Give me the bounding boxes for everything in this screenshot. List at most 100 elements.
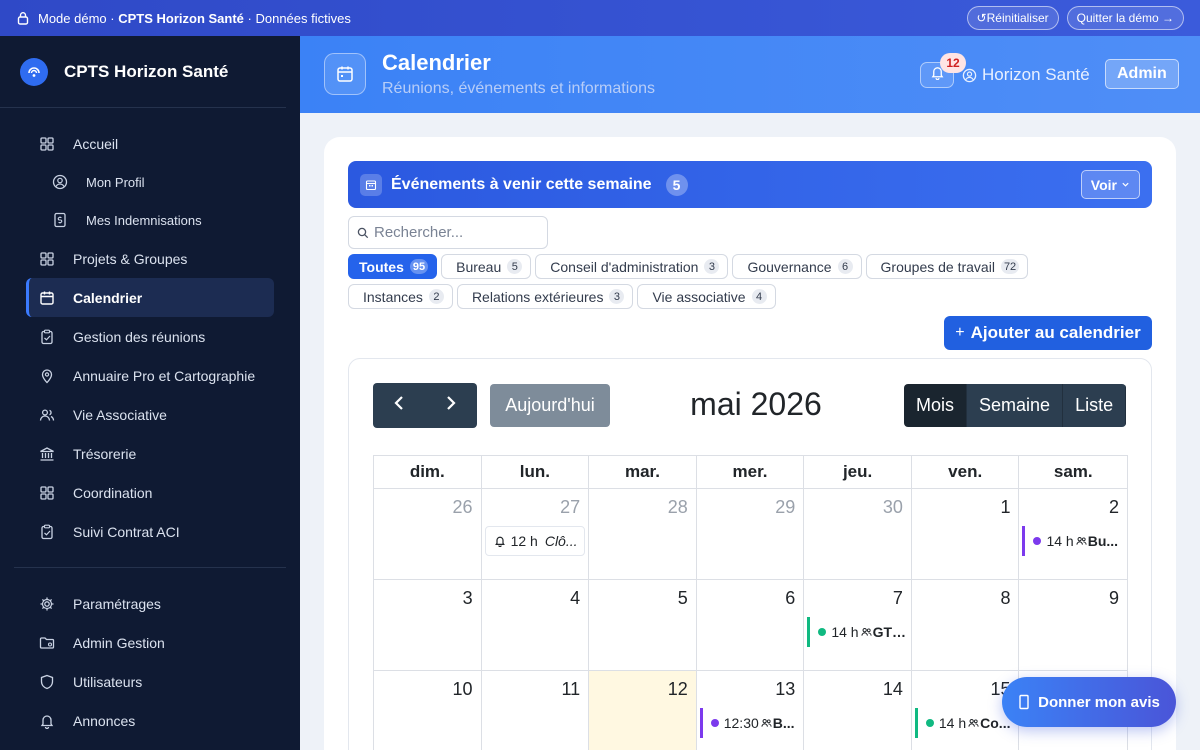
view-mois-button[interactable]: Mois: [904, 384, 968, 427]
day-number[interactable]: 10: [453, 679, 473, 700]
filter-chip-instances[interactable]: Instances 2: [348, 284, 453, 309]
day-cell-today[interactable]: 12: [589, 671, 697, 750]
sidebar-item-gestion-des-reunions[interactable]: Gestion des réunions: [26, 317, 274, 356]
sidebar-item-mes-indemnisations[interactable]: Mes Indemnisations: [26, 201, 274, 239]
filter-chip-bureau[interactable]: Bureau 5: [441, 254, 532, 279]
filter-chip-vie-associative[interactable]: Vie associative 4: [637, 284, 776, 309]
day-number[interactable]: 30: [883, 497, 903, 518]
calendar-event[interactable]: 14 h GT ...: [807, 617, 907, 647]
sidebar-item-suivi-contrat-aci[interactable]: Suivi Contrat ACI: [26, 512, 274, 551]
day-number[interactable]: 9: [1109, 588, 1119, 609]
view-semaine-button[interactable]: Semaine: [967, 384, 1064, 427]
day-cell[interactable]: 11: [482, 671, 590, 750]
filter-chip-label: Bureau: [456, 258, 502, 275]
day-number[interactable]: 28: [668, 497, 688, 518]
sidebar-divider: [14, 567, 286, 568]
day-number[interactable]: 26: [453, 497, 473, 518]
day-number[interactable]: 4: [570, 588, 580, 609]
day-number[interactable]: 29: [775, 497, 795, 518]
day-cell[interactable]: 2 14 h Bu...: [1019, 489, 1127, 579]
upcoming-events-count: 5: [665, 173, 688, 196]
feedback-button[interactable]: Donner mon avis: [1002, 677, 1176, 727]
filter-chip-gouvernance[interactable]: Gouvernance 6: [732, 254, 862, 279]
view-liste-button[interactable]: Liste: [1063, 384, 1127, 427]
day-cell[interactable]: 3: [374, 580, 482, 670]
brand[interactable]: CPTS Horizon Santé: [0, 36, 286, 108]
quit-demo-button[interactable]: Quitter la démo →: [1066, 6, 1184, 30]
day-cell[interactable]: 6: [697, 580, 805, 670]
day-cell[interactable]: 9: [1019, 580, 1127, 670]
sidebar-item-projets-groupes[interactable]: Projets & Groupes: [26, 239, 274, 278]
day-cell[interactable]: 10: [374, 671, 482, 750]
sidebar-item-admin-gestion[interactable]: Admin Gestion: [26, 623, 274, 662]
filter-chip-toutes[interactable]: Toutes 95: [348, 254, 438, 279]
day-number[interactable]: 7: [893, 588, 903, 609]
sidebar-item-parametrages[interactable]: Paramétrages: [26, 584, 274, 623]
day-cell[interactable]: 27 12 h Clô...: [482, 489, 590, 579]
sidebar-item-coordination[interactable]: Coordination: [26, 473, 274, 512]
sidebar-item-annonces[interactable]: Annonces: [26, 701, 274, 740]
calendar-event[interactable]: 12 h Clô...: [484, 526, 585, 556]
filter-row: Toutes 95 Bureau 5 Conseil d'administration 3…: [348, 254, 1158, 279]
day-number[interactable]: 14: [883, 679, 903, 700]
day-cell[interactable]: 1: [912, 489, 1020, 579]
view-switcher: Mois Semaine Liste: [904, 384, 1127, 427]
sidebar-item-accueil[interactable]: Accueil: [26, 124, 274, 163]
day-cell[interactable]: 4: [482, 580, 590, 670]
filter-chip-label: Instances: [363, 288, 423, 305]
money-icon: [52, 212, 68, 228]
voir-button[interactable]: Voir: [1080, 170, 1140, 199]
calendar-event[interactable]: 14 h Bu...: [1022, 526, 1122, 556]
sidebar-item-label: Suivi Contrat ACI: [73, 523, 180, 540]
sidebar-item-annuaire-pro-et-cartographie[interactable]: Annuaire Pro et Cartographie: [26, 356, 274, 395]
filter-chip-count: 6: [837, 259, 853, 274]
today-button[interactable]: Aujourd'hui: [490, 384, 610, 427]
reset-demo-button[interactable]: ↺Réinitialiser: [966, 6, 1059, 30]
add-to-calendar-button[interactable]: + Ajouter au calendrier: [944, 316, 1152, 350]
day-number[interactable]: 11: [561, 679, 580, 700]
calendar-event[interactable]: 14 h Co...: [914, 708, 1015, 738]
admin-button[interactable]: Admin: [1105, 59, 1179, 89]
shield-icon: [39, 674, 55, 690]
day-cell[interactable]: 28: [589, 489, 697, 579]
day-cell[interactable]: 29: [697, 489, 805, 579]
filter-chip-count: 5: [507, 259, 523, 274]
filter-chip-groupes-de-travail[interactable]: Groupes de travail 72: [865, 254, 1029, 279]
day-number[interactable]: 2: [1109, 497, 1119, 518]
day-number[interactable]: 6: [785, 588, 795, 609]
day-number[interactable]: 12: [668, 679, 688, 700]
event-time: 12:30: [723, 715, 759, 731]
day-number[interactable]: 13: [775, 679, 795, 700]
day-number[interactable]: 3: [463, 588, 473, 609]
sidebar-nav: Accueil Mon Profil Mes Indemnisations Proje…: [0, 108, 300, 551]
day-cell[interactable]: 8: [912, 580, 1020, 670]
day-number[interactable]: 1: [1000, 497, 1010, 518]
search-input[interactable]: Rechercher...: [348, 216, 548, 249]
next-month-button[interactable]: [425, 383, 477, 428]
filter-chip-label: Relations extérieures: [471, 288, 604, 305]
day-number[interactable]: 5: [678, 588, 688, 609]
day-number[interactable]: 8: [1000, 588, 1010, 609]
filter-chip-label: Toutes: [359, 258, 404, 275]
day-cell[interactable]: 5: [589, 580, 697, 670]
day-number[interactable]: 27: [560, 497, 580, 518]
org-switcher[interactable]: Horizon Santé: [962, 62, 1090, 88]
demo-prefix: Mode démo ·: [38, 10, 115, 26]
prev-month-button[interactable]: [373, 383, 425, 428]
sidebar-item-calendrier[interactable]: Calendrier: [26, 278, 274, 317]
event-dot: [710, 719, 719, 727]
day-cell[interactable]: 30: [804, 489, 912, 579]
calendar-event[interactable]: 12:30 B...: [699, 708, 800, 738]
sidebar-item-vie-associative[interactable]: Vie Associative: [26, 395, 274, 434]
sidebar-item-mon-profil[interactable]: Mon Profil: [26, 163, 274, 201]
sidebar-item-tresorerie[interactable]: Trésorerie: [26, 434, 274, 473]
weekday-header-cell: sam.: [1053, 462, 1093, 481]
filter-chip-relations-exterieures[interactable]: Relations extérieures 3: [456, 284, 634, 309]
filter-chip-conseil-d-administration[interactable]: Conseil d'administration 3: [535, 254, 729, 279]
sidebar-item-utilisateurs[interactable]: Utilisateurs: [26, 662, 274, 701]
day-cell[interactable]: 14: [804, 671, 912, 750]
bell-icon: [39, 713, 55, 729]
day-cell[interactable]: 7 14 h GT ...: [804, 580, 912, 670]
day-cell[interactable]: 26: [374, 489, 482, 579]
day-cell[interactable]: 13 12:30 B...: [697, 671, 805, 750]
